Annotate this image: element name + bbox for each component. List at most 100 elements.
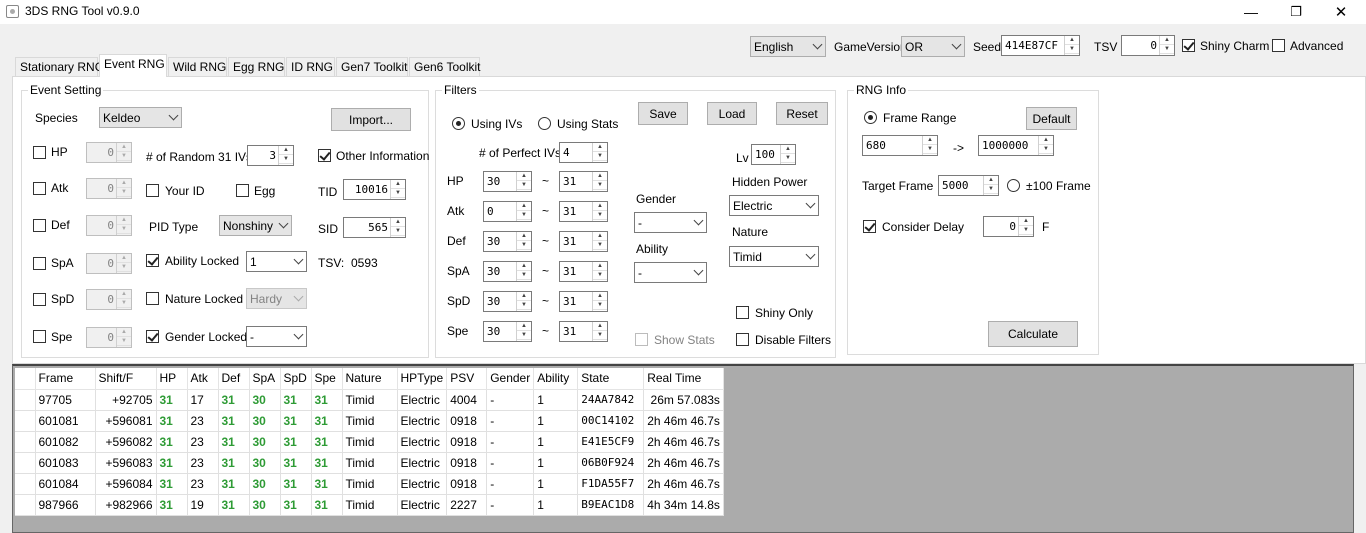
spin-down-icon[interactable]: ▼ [117, 188, 131, 197]
table-cell[interactable]: 601083 [34, 451, 96, 474]
hidden-power-select[interactable]: Electric [729, 195, 819, 216]
lv-input[interactable]: 100 ▲ ▼ [751, 144, 796, 165]
table-cell[interactable]: 4h 34m 14.8s [643, 493, 724, 516]
table-cell[interactable]: 31 [279, 451, 312, 474]
table-cell[interactable]: Electric [396, 451, 448, 474]
spin-up-icon[interactable]: ▲ [781, 145, 795, 154]
table-cell[interactable]: 4004 [446, 388, 488, 411]
frame-max-spinner[interactable]: ▲ ▼ [1038, 136, 1053, 155]
spin-up-icon[interactable]: ▲ [593, 292, 607, 301]
spin-up-icon[interactable]: ▲ [593, 172, 607, 181]
filter-def-max[interactable]: 31 ▲ ▼ [559, 231, 608, 252]
table-row[interactable]: 97705 +92705 31 17 31 30 31 31 Timid Electric 4004… [15, 388, 724, 411]
table-cell[interactable]: 31 [310, 451, 343, 474]
results-table[interactable]: Frame Shift/F HP Atk Def SpA SpD Spe Nat… [15, 368, 724, 516]
filter-atk-min[interactable]: 0 ▲ ▼ [483, 201, 532, 222]
spin-down-icon[interactable]: ▼ [1160, 45, 1174, 54]
table-cell[interactable]: 1 [533, 451, 579, 474]
spin-up-icon[interactable]: ▲ [1019, 217, 1033, 226]
table-cell[interactable]: 2227 [446, 493, 488, 516]
atk-iv-input[interactable]: 0 ▲ ▼ [86, 178, 132, 199]
tab-stationary-rng[interactable]: Stationary RNG [15, 57, 104, 76]
spin-down-icon[interactable]: ▼ [923, 145, 937, 154]
perfect-ivs-spinner[interactable]: ▲ ▼ [592, 143, 607, 162]
spin-up-icon[interactable]: ▲ [517, 262, 531, 271]
spd-iv-input[interactable]: 0 ▲ ▼ [86, 289, 132, 310]
table-cell[interactable]: Timid [341, 409, 398, 432]
spin-down-icon[interactable]: ▼ [517, 241, 531, 250]
spin-up-icon[interactable]: ▲ [117, 328, 131, 337]
spin-down-icon[interactable]: ▼ [391, 189, 405, 198]
random-ivs-spinner[interactable]: ▲ ▼ [278, 146, 293, 165]
table-cell[interactable]: Timid [341, 451, 398, 474]
spin-down-icon[interactable]: ▼ [1065, 45, 1079, 54]
filter-def-max-spinner[interactable]: ▲ ▼ [592, 232, 607, 251]
perfect-ivs-input[interactable]: 4 ▲ ▼ [559, 142, 608, 163]
table-cell[interactable]: Electric [396, 430, 448, 453]
spin-up-icon[interactable]: ▲ [1065, 36, 1079, 45]
table-cell[interactable]: 19 [186, 493, 219, 516]
filter-spe-min-spinner[interactable]: ▲ ▼ [516, 322, 531, 341]
table-cell[interactable]: +982966 [94, 493, 157, 516]
filter-spe-max[interactable]: 31 ▲ ▼ [559, 321, 608, 342]
nature-locked-select[interactable]: Hardy [246, 288, 307, 309]
frame-min-spinner[interactable]: ▲ ▼ [922, 136, 937, 155]
row-header[interactable] [15, 388, 36, 411]
spin-up-icon[interactable]: ▲ [1160, 36, 1174, 45]
table-cell[interactable]: 31 [155, 493, 188, 516]
table-cell[interactable]: - [486, 472, 535, 495]
filter-spd-min[interactable]: 30 ▲ ▼ [483, 291, 532, 312]
other-information-checkbox[interactable] [318, 149, 331, 162]
shiny-charm-checkbox[interactable] [1182, 39, 1195, 52]
disable-filters-checkbox[interactable] [736, 333, 749, 346]
spin-down-icon[interactable]: ▼ [117, 299, 131, 308]
spin-down-icon[interactable]: ▼ [593, 271, 607, 280]
spin-up-icon[interactable]: ▲ [517, 172, 531, 181]
filter-atk-min-spinner[interactable]: ▲ ▼ [516, 202, 531, 221]
spin-down-icon[interactable]: ▼ [593, 331, 607, 340]
spin-down-icon[interactable]: ▼ [781, 154, 795, 163]
spin-down-icon[interactable]: ▼ [593, 241, 607, 250]
spd-checkbox[interactable] [33, 293, 46, 306]
pid-type-select[interactable]: Nonshiny [219, 215, 292, 236]
gender-locked-checkbox[interactable] [146, 330, 159, 343]
advanced-checkbox[interactable] [1272, 39, 1285, 52]
table-cell[interactable]: 31 [217, 388, 250, 411]
spin-down-icon[interactable]: ▼ [984, 185, 998, 194]
tid-spinner[interactable]: ▲ ▼ [390, 180, 405, 199]
table-cell[interactable]: 601084 [34, 472, 96, 495]
table-cell[interactable]: 31 [310, 493, 343, 516]
table-cell[interactable]: 30 [248, 472, 281, 495]
using-ivs-radio[interactable] [452, 117, 465, 130]
table-cell[interactable]: Timid [341, 472, 398, 495]
filter-spa-max-spinner[interactable]: ▲ ▼ [592, 262, 607, 281]
table-cell[interactable]: 987966 [34, 493, 96, 516]
close-button[interactable]: ✕ [1318, 0, 1364, 24]
spin-down-icon[interactable]: ▼ [391, 227, 405, 236]
filter-hp-min-spinner[interactable]: ▲ ▼ [516, 172, 531, 191]
table-cell[interactable]: 00C14102 [577, 409, 645, 432]
language-select[interactable]: English [750, 36, 826, 57]
spin-down-icon[interactable]: ▼ [517, 181, 531, 190]
filter-atk-max[interactable]: 31 ▲ ▼ [559, 201, 608, 222]
column-header[interactable]: Atk [187, 368, 219, 390]
column-header[interactable]: HPType [397, 368, 448, 390]
filter-spa-max[interactable]: 31 ▲ ▼ [559, 261, 608, 282]
table-cell[interactable]: 31 [279, 388, 312, 411]
tab-wild-rng[interactable]: Wild RNG [168, 57, 227, 76]
frame-min-input[interactable]: 680 ▲ ▼ [862, 135, 938, 156]
gender-locked-select[interactable]: - [246, 326, 307, 347]
column-header[interactable]: Frame [35, 368, 96, 390]
def-checkbox[interactable] [33, 219, 46, 232]
table-cell[interactable]: 31 [310, 409, 343, 432]
column-header[interactable]: Def [218, 368, 250, 390]
target-frame-spinner[interactable]: ▲ ▼ [983, 176, 998, 195]
spin-up-icon[interactable]: ▲ [1039, 136, 1053, 145]
table-cell[interactable]: Timid [341, 493, 398, 516]
filter-spd-min-spinner[interactable]: ▲ ▼ [516, 292, 531, 311]
maximize-button[interactable]: ❐ [1273, 0, 1319, 24]
def-iv-input[interactable]: 0 ▲ ▼ [86, 215, 132, 236]
table-cell[interactable]: Electric [396, 409, 448, 432]
filter-hp-min[interactable]: 30 ▲ ▼ [483, 171, 532, 192]
spin-up-icon[interactable]: ▲ [517, 322, 531, 331]
